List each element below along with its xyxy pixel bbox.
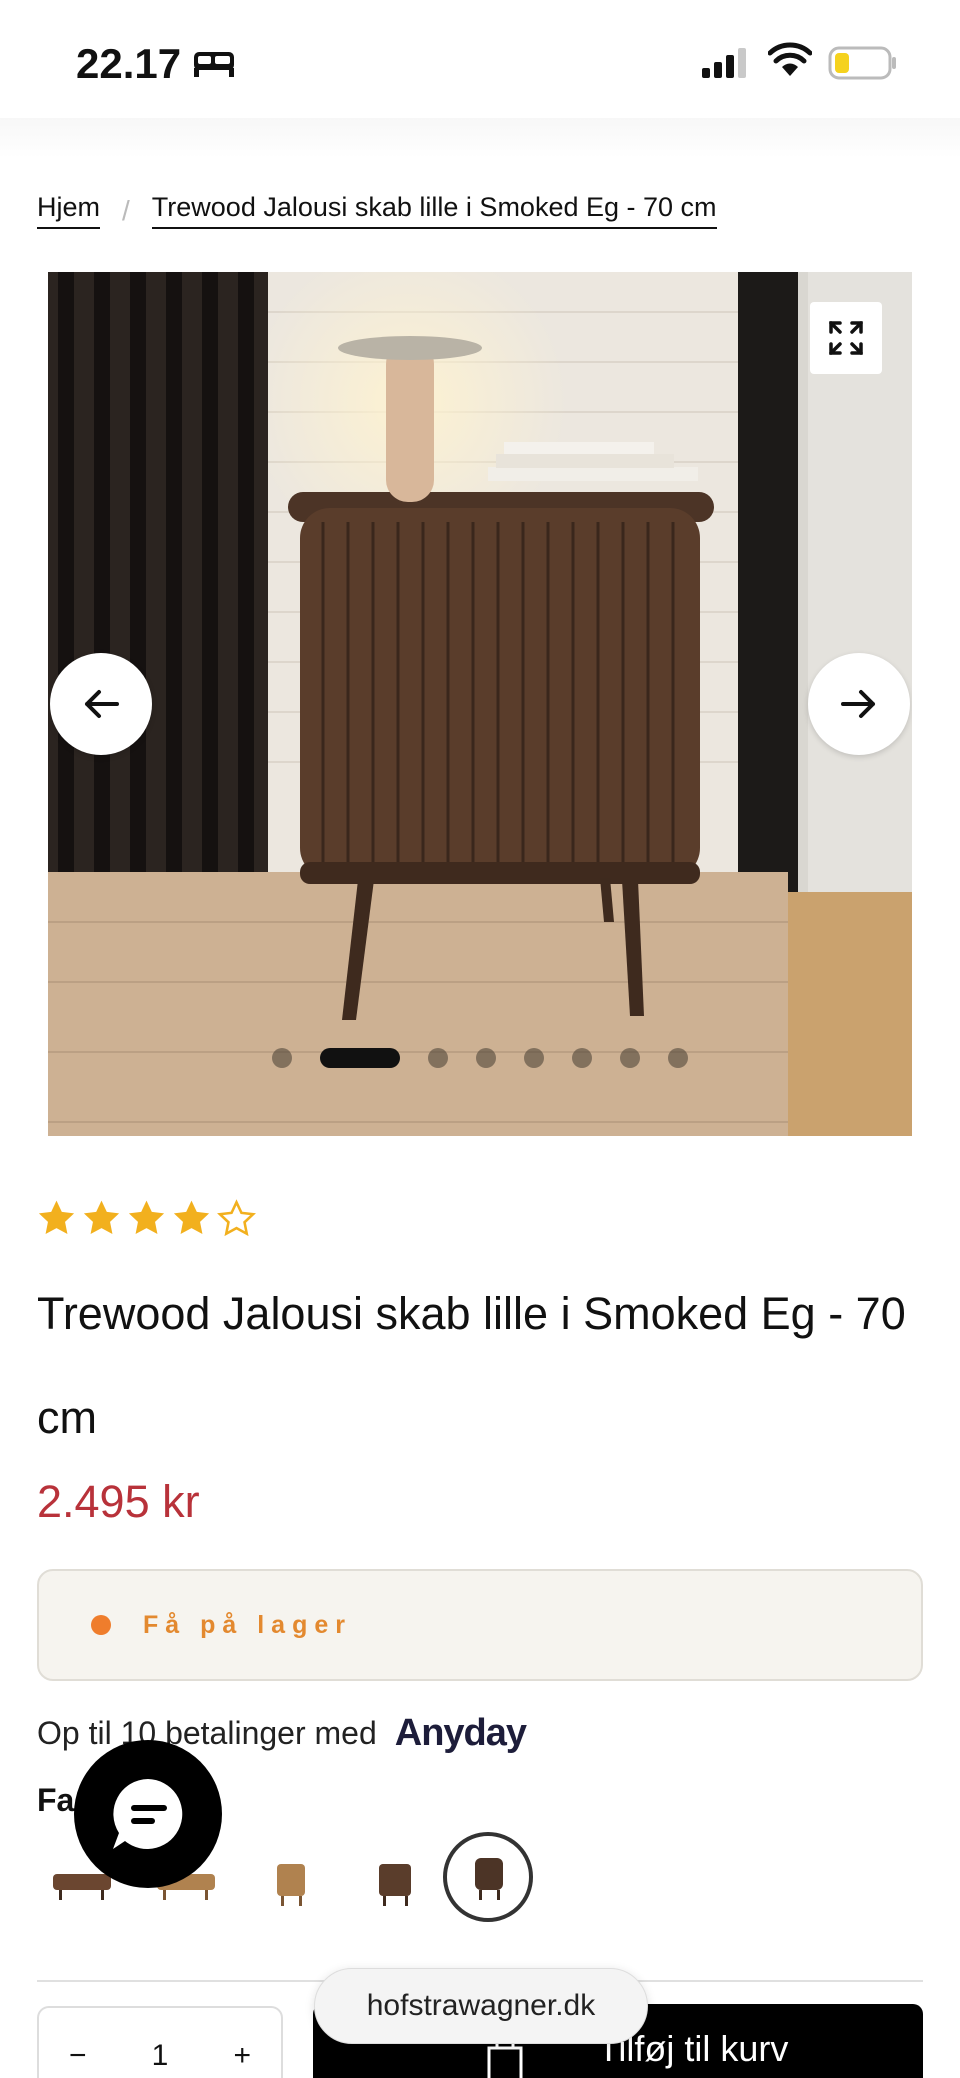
- pagination-dot[interactable]: [428, 1048, 448, 1068]
- expand-icon: [829, 321, 863, 355]
- star-filled-icon: [38, 1200, 75, 1235]
- variant-swatch[interactable]: [349, 1838, 439, 1928]
- battery-icon: [828, 46, 896, 80]
- product-title: Trewood Jalousi skab lille i Smoked Eg -…: [37, 1288, 906, 1443]
- product-rating[interactable]: [36, 1198, 257, 1239]
- product-gallery[interactable]: [48, 272, 912, 1136]
- breadcrumb-product-link[interactable]: Trewood Jalousi skab lille i Smoked Eg -…: [151, 192, 717, 229]
- stock-indicator-dot: [91, 1615, 111, 1635]
- previous-image-button[interactable]: [50, 653, 152, 755]
- wifi-icon: [768, 42, 812, 76]
- breadcrumb-separator: /: [122, 194, 130, 226]
- product-price: 2.495 kr: [37, 1476, 200, 1527]
- pagination-dot[interactable]: [572, 1048, 592, 1068]
- product-photo: [48, 272, 912, 1136]
- star-filled-icon: [128, 1200, 165, 1235]
- chat-icon: [113, 1779, 183, 1849]
- pagination-dot[interactable]: [524, 1048, 544, 1068]
- pagination-dot[interactable]: [476, 1048, 496, 1068]
- breadcrumb-home-link[interactable]: Hjem: [37, 192, 101, 229]
- quantity-stepper: − 1 +: [37, 2006, 283, 2078]
- status-bar: 22.17: [0, 0, 960, 118]
- cabinet-thumbnail: [379, 1864, 411, 1906]
- quantity-decrease-button[interactable]: −: [69, 2039, 87, 2073]
- browser-url-bar[interactable]: hofstrawagner.dk: [314, 1968, 648, 2044]
- stock-status-text: Få på lager: [143, 1610, 352, 1639]
- cabinet-thumbnail: [277, 1864, 305, 1906]
- next-image-button[interactable]: [808, 653, 910, 755]
- bed-icon: [194, 52, 234, 77]
- chat-button[interactable]: [74, 1740, 222, 1888]
- pagination-dot[interactable]: [668, 1048, 688, 1068]
- payment-info: Op til 10 betalinger med Anyday: [37, 1712, 527, 1755]
- color-label: Fa: [37, 1782, 75, 1818]
- star-empty-icon: [217, 1199, 256, 1237]
- star-filled-icon: [83, 1200, 120, 1235]
- gallery-pagination: [48, 1048, 912, 1068]
- top-fade: [0, 118, 960, 158]
- payment-text: Op til 10 betalinger med: [37, 1715, 377, 1751]
- stock-status: Få på lager: [37, 1569, 923, 1681]
- variant-swatch[interactable]: [245, 1838, 335, 1928]
- status-time: 22.17: [76, 40, 182, 87]
- pagination-dot[interactable]: [620, 1048, 640, 1068]
- arrow-right-icon: [841, 690, 875, 718]
- variant-swatch-selected[interactable]: [443, 1832, 533, 1922]
- signal-icon: [702, 48, 746, 78]
- quantity-increase-button[interactable]: +: [233, 2039, 251, 2073]
- arrow-left-icon: [85, 690, 119, 718]
- quantity-value[interactable]: 1: [152, 2039, 169, 2073]
- star-filled-icon: [173, 1200, 210, 1235]
- pagination-dot[interactable]: [272, 1048, 292, 1068]
- expand-button[interactable]: [810, 302, 882, 374]
- anyday-logo[interactable]: Anyday: [395, 1712, 527, 1755]
- cabinet-thumbnail: [475, 1858, 503, 1900]
- breadcrumb: Hjem / Trewood Jalousi skab lille i Smok…: [37, 192, 717, 229]
- pagination-dot-active[interactable]: [320, 1048, 400, 1068]
